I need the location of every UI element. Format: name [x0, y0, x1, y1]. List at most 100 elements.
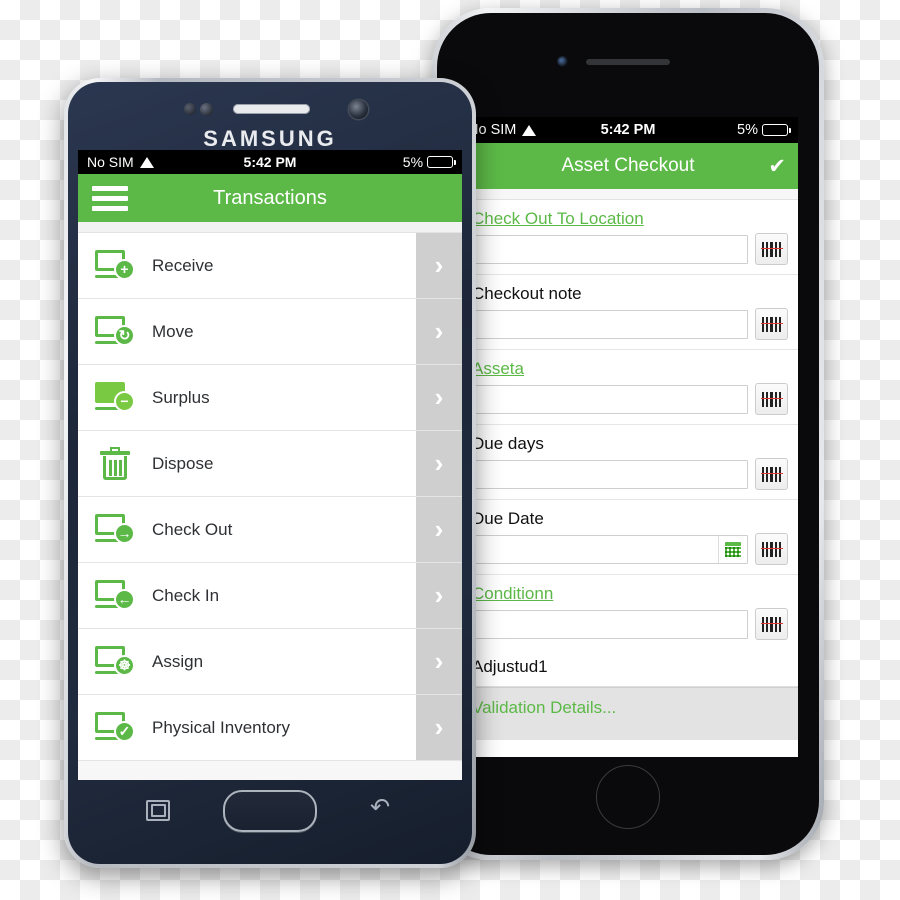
list-item-dispose[interactable]: Dispose › [78, 431, 462, 497]
field-label: Due Date [472, 509, 544, 528]
field-label: Checkout note [472, 284, 582, 303]
list-item-label: Assign [152, 651, 204, 671]
list-item-check-in[interactable]: ← Check In › [78, 563, 462, 629]
samsung-screen: No SIM 5:42 PM 5% Transactions + Receive… [78, 150, 462, 780]
device-arrow-left-icon: ← [78, 579, 152, 612]
chevron-right-icon[interactable]: › [416, 629, 462, 694]
proximity-sensor-icon [184, 103, 196, 115]
chevron-right-icon[interactable]: › [416, 695, 462, 760]
barcode-scan-icon[interactable] [755, 383, 788, 415]
barcode-scan-icon[interactable] [755, 608, 788, 640]
list-item-label: Receive [152, 255, 214, 275]
chevron-right-icon[interactable]: › [416, 431, 462, 496]
field-check-out-to-location: Check Out To Location [458, 200, 798, 274]
recent-apps-icon[interactable] [146, 800, 170, 821]
trash-icon [78, 446, 152, 481]
list-item-label: Check Out [152, 519, 233, 539]
checkout-note-input[interactable] [472, 309, 748, 339]
page-title: Asset Checkout [561, 155, 695, 176]
validation-details-link[interactable]: Validation Details... [458, 687, 798, 740]
list-top-gap [78, 222, 462, 233]
field-checkout-note: Checkout note [458, 275, 798, 349]
field-label: Due days [472, 434, 544, 453]
iphone-screen: No SIM 5:42 PM 5% Asset Checkout ✔ Check… [458, 117, 798, 757]
battery-icon [427, 156, 457, 168]
clock-label: 5:42 PM [600, 122, 656, 138]
field-input-row [472, 233, 798, 274]
badge-label: ✓ [114, 720, 135, 742]
device-plus-icon: + [78, 249, 152, 282]
field-due-date: Due Date [458, 500, 798, 574]
samsung-body: SAMSUNG No SIM 5:42 PM 5% Transactions +… [68, 82, 472, 864]
device-check-icon: ✓ [78, 711, 152, 744]
badge-label: − [114, 390, 135, 412]
android-navbar: Transactions [78, 174, 462, 222]
chevron-right-icon[interactable]: › [416, 563, 462, 628]
iphone-body: No SIM 5:42 PM 5% Asset Checkout ✔ Check… [437, 13, 819, 855]
earpiece-speaker [233, 104, 310, 114]
asseta-input[interactable] [472, 384, 748, 414]
field-input-row [472, 458, 798, 499]
brand-logo: SAMSUNG [203, 126, 337, 151]
chevron-right-icon[interactable]: › [416, 365, 462, 430]
field-due-days: Due days [458, 425, 798, 499]
carrier-label: No SIM [87, 154, 134, 170]
field-input-row [472, 308, 798, 349]
barcode-scan-icon[interactable] [755, 458, 788, 490]
battery-percent-label: 5% [737, 122, 758, 138]
badge-label: ← [114, 588, 135, 610]
conditionn-input[interactable] [472, 609, 748, 639]
list-item-receive[interactable]: + Receive › [78, 233, 462, 299]
barcode-scan-icon[interactable] [755, 308, 788, 340]
clock-label: 5:42 PM [243, 154, 297, 170]
wifi-icon [139, 156, 154, 168]
list-item-surplus[interactable]: − Surplus › [78, 365, 462, 431]
barcode-scan-icon[interactable] [755, 233, 788, 265]
wifi-icon [522, 124, 537, 136]
confirm-check-icon[interactable]: ✔ [768, 156, 786, 177]
list-item-assign[interactable]: ☸ Assign › [78, 629, 462, 695]
list-item-label: Physical Inventory [152, 717, 290, 737]
due-days-input[interactable] [472, 459, 748, 489]
calendar-icon[interactable] [718, 535, 747, 563]
page-title: Transactions [213, 186, 327, 209]
barcode-scan-icon[interactable] [755, 533, 788, 565]
android-status-bar: No SIM 5:42 PM 5% [78, 150, 462, 174]
hamburger-menu-icon[interactable] [92, 185, 128, 211]
back-icon[interactable]: ↶ [370, 796, 396, 820]
list-item-physical-inventory[interactable]: ✓ Physical Inventory › [78, 695, 462, 761]
chevron-right-icon[interactable]: › [416, 497, 462, 562]
field-input-row [472, 383, 798, 424]
transactions-list: + Receive › ↻ Move › − Surplus › Dispose… [78, 222, 462, 780]
field-label[interactable]: Check Out To Location [472, 200, 798, 233]
samsung-device: SAMSUNG No SIM 5:42 PM 5% Transactions +… [64, 78, 476, 868]
earpiece-speaker [586, 59, 670, 65]
check-out-to-location-input[interactable] [472, 234, 748, 264]
chevron-right-icon[interactable]: › [416, 299, 462, 364]
field-label[interactable]: Asseta [472, 350, 798, 383]
device-arrow-right-icon: → [78, 513, 152, 546]
battery-percent-label: 5% [402, 154, 424, 170]
list-item-check-out[interactable]: → Check Out › [78, 497, 462, 563]
field-asseta: Asseta [458, 350, 798, 424]
list-item-move[interactable]: ↻ Move › [78, 299, 462, 365]
device-minus-icon: − [78, 381, 152, 414]
home-button[interactable] [223, 790, 317, 832]
asset-checkout-form: Check Out To Location Checkout note Asse… [458, 189, 798, 757]
due-date-input[interactable] [472, 534, 748, 564]
status-right: 5% [655, 122, 791, 138]
list-item-label: Move [152, 321, 194, 341]
home-button[interactable] [596, 765, 660, 829]
front-camera-icon [349, 100, 368, 119]
badge-label: ☸ [114, 654, 135, 676]
form-top-gap [458, 189, 798, 200]
light-sensor-icon [200, 103, 213, 116]
status-right: 5% [296, 154, 457, 170]
badge-label: ↻ [114, 324, 135, 346]
front-camera-icon [557, 56, 568, 67]
chevron-right-icon[interactable]: › [416, 233, 462, 298]
field-label[interactable]: Conditionn [472, 575, 798, 608]
android-nav-bar: ↶ [68, 774, 472, 864]
ios-status-bar: No SIM 5:42 PM 5% [458, 117, 798, 143]
iphone-device: No SIM 5:42 PM 5% Asset Checkout ✔ Check… [432, 8, 824, 860]
